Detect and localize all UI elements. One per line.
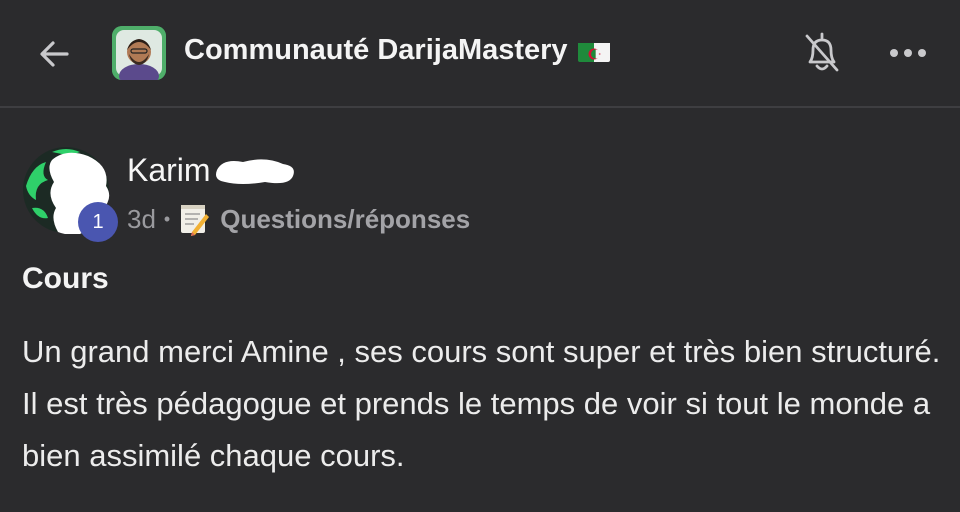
back-button[interactable]: [30, 30, 78, 78]
post-time: 3d: [127, 203, 156, 234]
post-category[interactable]: Questions/réponses: [220, 204, 470, 235]
meta-separator: •: [163, 208, 171, 229]
notifications-off-button[interactable]: [800, 28, 844, 78]
community-title[interactable]: Communauté DarijaMastery: [184, 34, 610, 67]
community-avatar[interactable]: [112, 26, 166, 80]
algeria-flag-icon: [577, 40, 610, 62]
bell-off-icon: [805, 32, 839, 72]
more-options-button[interactable]: [884, 30, 932, 76]
post-body: Un grand merci Amine , ses cours sont su…: [22, 334, 941, 473]
author-name[interactable]: Karim: [127, 152, 297, 189]
more-horizontal-icon: [890, 49, 926, 57]
redaction-mark: [213, 156, 297, 186]
level-badge: 1: [78, 202, 118, 242]
memo-icon: [178, 202, 210, 236]
author-name-text: Karim: [127, 152, 211, 188]
post-meta: 3d • Questions/réponses: [127, 202, 470, 236]
community-name: Communauté DarijaMastery: [184, 34, 568, 66]
arrow-left-icon: [40, 41, 69, 67]
post-title: Cours: [22, 262, 109, 295]
top-bar: Communauté DarijaMastery: [0, 0, 960, 108]
